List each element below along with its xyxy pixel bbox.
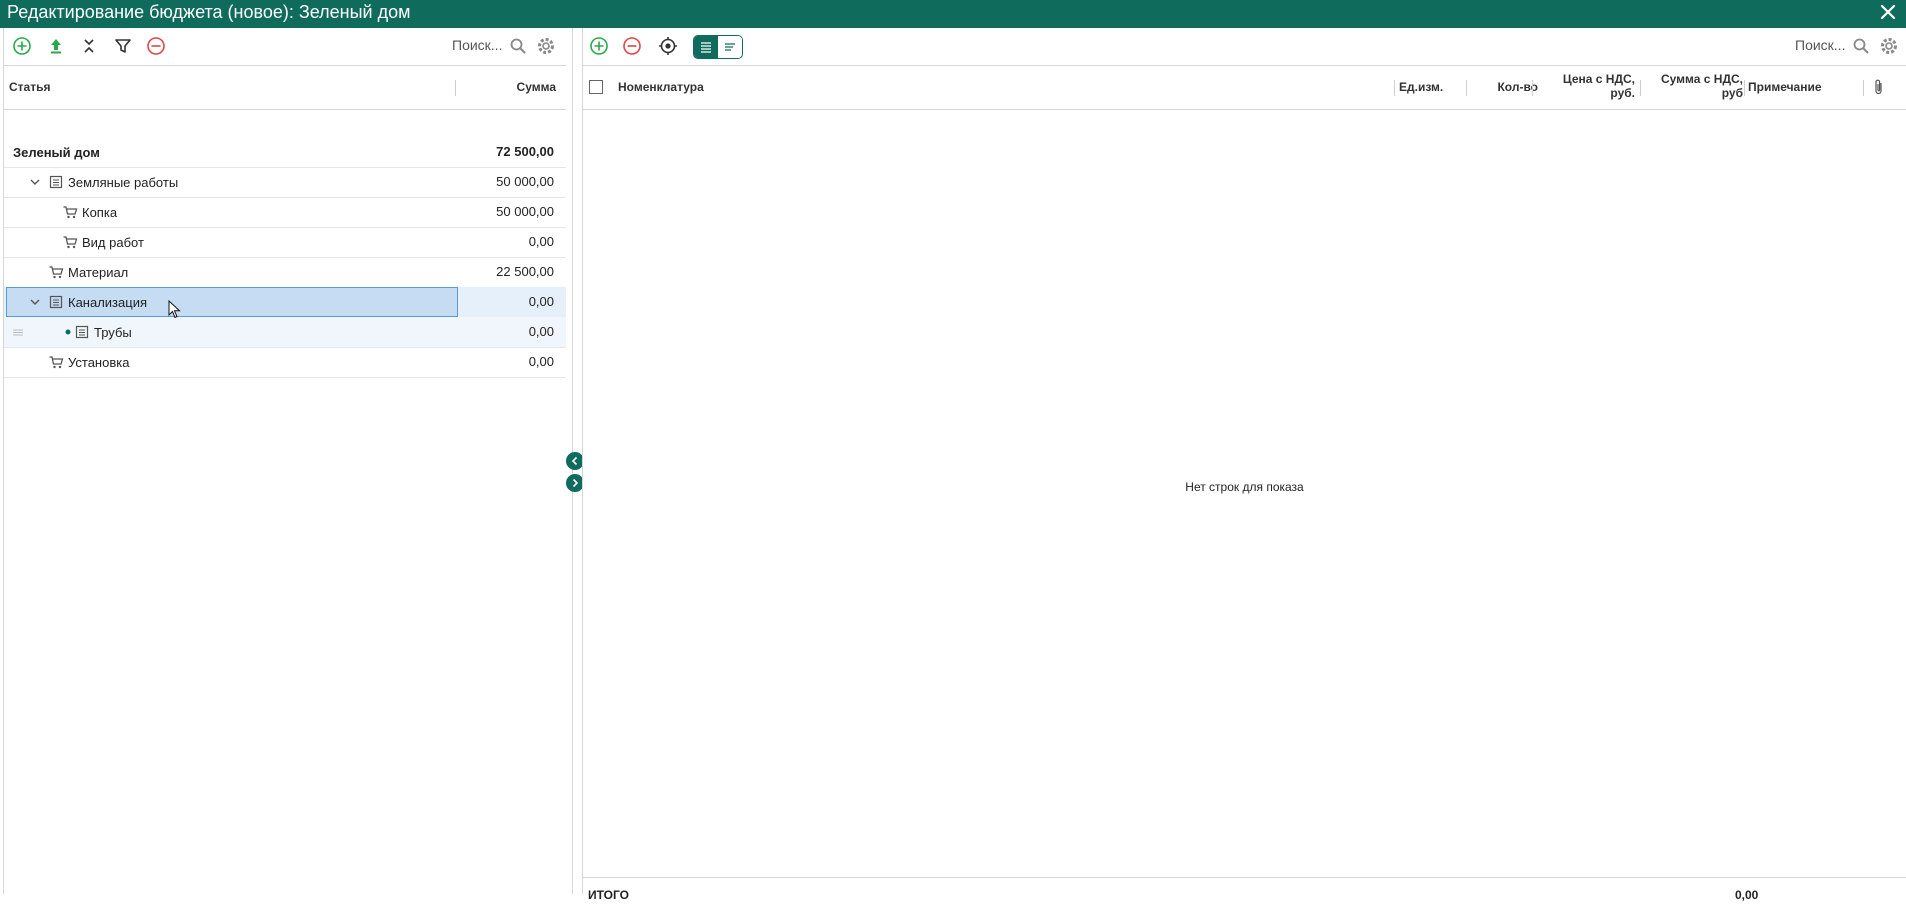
column-price-line2: руб. bbox=[1610, 86, 1635, 100]
document-icon bbox=[48, 294, 64, 310]
column-sum-line1: Сумма с НДС, bbox=[1660, 72, 1743, 86]
left-toolbar: Поиск... bbox=[4, 28, 566, 64]
column-article[interactable]: Статья bbox=[9, 80, 50, 94]
column-sum[interactable]: Сумма bbox=[517, 80, 556, 94]
search-icon[interactable] bbox=[506, 34, 530, 58]
tree-row-sum: 22 500,00 bbox=[496, 264, 554, 279]
tree-row-label: Канализация bbox=[68, 295, 147, 310]
column-price[interactable]: Цена с НДС, руб. bbox=[1543, 72, 1635, 100]
document-icon bbox=[48, 174, 64, 190]
cart-icon bbox=[62, 234, 78, 250]
remove-icon[interactable] bbox=[620, 34, 644, 58]
select-all-checkbox[interactable] bbox=[589, 80, 603, 94]
wrap-view-icon[interactable] bbox=[718, 36, 742, 58]
tree-row-sum: 50 000,00 bbox=[496, 204, 554, 219]
tree-row-label: Вид работ bbox=[82, 235, 144, 250]
tree-row-zeleny-dom[interactable]: Зеленый дом 72 500,00 bbox=[4, 137, 566, 168]
column-resizer[interactable] bbox=[455, 80, 456, 96]
column-resizer[interactable] bbox=[1744, 80, 1745, 96]
items-panel: Поиск... Номенклатура Ед.изм. Кол-во Цен… bbox=[582, 28, 1906, 902]
tree-row-label: Копка bbox=[82, 205, 118, 220]
gear-icon[interactable] bbox=[534, 34, 558, 58]
tree-row-truby[interactable]: Трубы 0,00 bbox=[4, 317, 566, 348]
tree-row-vid-rabot[interactable]: Вид работ 0,00 bbox=[4, 227, 566, 258]
tree-row-label: Материал bbox=[68, 265, 129, 280]
tree-row-sum: 0,00 bbox=[528, 234, 554, 249]
right-search-input[interactable]: Поиск... bbox=[1795, 37, 1845, 53]
empty-message: Нет строк для показа bbox=[1185, 480, 1304, 494]
collapse-all-icon[interactable] bbox=[77, 34, 101, 58]
total-label: ИТОГО bbox=[588, 888, 629, 902]
tree-row-label: Трубы bbox=[94, 325, 132, 340]
list-view-icon[interactable] bbox=[694, 36, 718, 58]
close-icon[interactable] bbox=[1878, 2, 1898, 22]
total-value: 0,00 bbox=[1735, 888, 1759, 902]
mouse-cursor-icon bbox=[168, 299, 182, 320]
window-titlebar: Редактирование бюджета (новое): Зеленый … bbox=[0, 0, 1906, 28]
tree-row-sum: 0,00 bbox=[528, 324, 554, 339]
tree-row-sum: 72 500,00 bbox=[496, 144, 554, 159]
column-resizer[interactable] bbox=[1863, 80, 1864, 96]
chevron-down-icon[interactable] bbox=[27, 174, 43, 190]
column-resizer[interactable] bbox=[1532, 80, 1533, 96]
drag-handle-icon[interactable] bbox=[10, 324, 26, 340]
column-unit[interactable]: Ед.изм. bbox=[1399, 80, 1443, 94]
document-icon bbox=[74, 324, 90, 340]
budget-tree-panel: Поиск... Статья Сумма Зеленый дом 72 500… bbox=[3, 28, 567, 894]
tree-row-sum: 50 000,00 bbox=[496, 174, 554, 189]
right-table-header: Номенклатура Ед.изм. Кол-во Цена с НДС, … bbox=[583, 65, 1906, 110]
tree-row-label: Зеленый дом bbox=[13, 145, 100, 160]
totals-footer: ИТОГО 0,00 bbox=[583, 877, 1906, 908]
filter-icon[interactable] bbox=[111, 34, 135, 58]
add-icon[interactable] bbox=[10, 34, 34, 58]
column-sum[interactable]: Сумма с НДС, руб bbox=[1645, 72, 1743, 100]
view-toggle[interactable] bbox=[693, 35, 743, 59]
column-price-line1: Цена с НДС, bbox=[1562, 72, 1635, 86]
tree-row-label: Установка bbox=[68, 355, 130, 370]
tree-row-zemlyanye-raboty[interactable]: Земляные работы 50 000,00 bbox=[4, 167, 566, 198]
chevron-down-icon[interactable] bbox=[27, 294, 43, 310]
upload-icon[interactable] bbox=[44, 34, 68, 58]
gear-icon[interactable] bbox=[1877, 34, 1901, 58]
attachment-icon[interactable] bbox=[1871, 78, 1887, 96]
tree-row-material[interactable]: Материал 22 500,00 bbox=[4, 257, 566, 288]
left-search-input[interactable]: Поиск... bbox=[452, 37, 502, 53]
column-note[interactable]: Примечание bbox=[1748, 80, 1822, 94]
cart-icon bbox=[48, 354, 64, 370]
window-title: Редактирование бюджета (новое): Зеленый … bbox=[7, 2, 411, 22]
column-resizer[interactable] bbox=[1640, 80, 1641, 96]
right-toolbar: Поиск... bbox=[583, 28, 1906, 64]
column-resizer[interactable] bbox=[1466, 80, 1467, 96]
column-sum-line2: руб bbox=[1721, 86, 1743, 100]
tree-row-sum: 0,00 bbox=[528, 294, 554, 309]
tree-row-sum: 0,00 bbox=[528, 354, 554, 369]
tree-row-ustanovka[interactable]: Установка 0,00 bbox=[4, 347, 566, 378]
search-icon[interactable] bbox=[1849, 34, 1873, 58]
left-table-header: Статья Сумма bbox=[4, 65, 566, 110]
tree-row-label: Земляные работы bbox=[68, 175, 179, 190]
column-qty[interactable]: Кол-во bbox=[1485, 80, 1538, 94]
pane-splitter[interactable] bbox=[566, 28, 584, 894]
locate-icon[interactable] bbox=[656, 34, 680, 58]
cart-icon bbox=[48, 264, 64, 280]
column-resizer[interactable] bbox=[1394, 80, 1395, 96]
add-icon[interactable] bbox=[587, 34, 611, 58]
tree-row-kopka[interactable]: Копка 50 000,00 bbox=[4, 197, 566, 228]
tree-row-kanalizatsiya[interactable]: Канализация 0,00 bbox=[4, 287, 566, 318]
remove-icon[interactable] bbox=[144, 34, 168, 58]
column-nomenclature[interactable]: Номенклатура bbox=[618, 80, 704, 94]
cart-icon bbox=[62, 204, 78, 220]
